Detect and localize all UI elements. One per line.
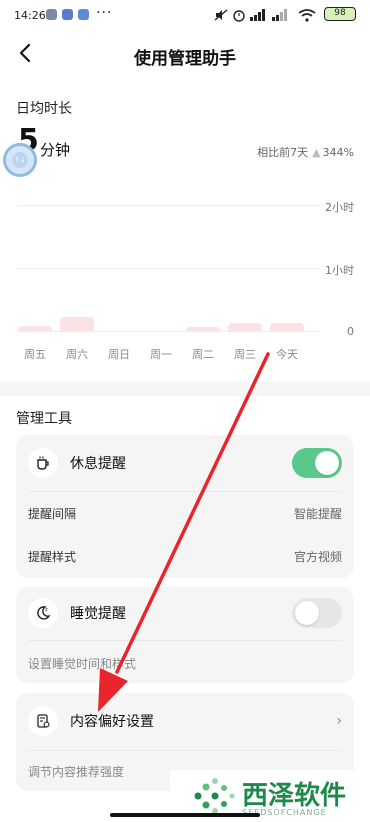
home-indicator[interactable]	[110, 813, 260, 817]
sleep-reminder-card: z 睡觉提醒 设置睡觉时间和样式	[16, 587, 354, 683]
y-tick-label: 0	[347, 325, 354, 338]
battery-icon: 98	[324, 7, 356, 21]
status-time: 14:26	[14, 9, 46, 22]
increase-arrow-icon: ▲	[312, 146, 321, 159]
sleep-reminder-label: 睡觉提醒	[70, 606, 126, 622]
top-navigation: 使用管理助手	[0, 32, 370, 78]
x-tick-label: 周日	[108, 348, 130, 361]
toggle-knob	[315, 451, 339, 475]
compare-label: 相比前7天	[257, 146, 309, 159]
page-title: 使用管理助手	[134, 49, 236, 69]
signal-icon	[250, 9, 265, 21]
preference-doc-icon	[28, 706, 58, 736]
grid-line	[18, 205, 320, 206]
floating-assistant-icon: ↑↓	[12, 152, 28, 168]
content-preference-hint: 调节内容推荐强度	[28, 765, 125, 779]
compare-text: 相比前7天 ▲ 344%	[257, 144, 354, 160]
rest-reminder-row[interactable]: 休息提醒	[28, 443, 342, 483]
x-tick-label: 周六	[66, 348, 88, 361]
cup-icon	[28, 448, 58, 478]
x-tick-label: 周三	[234, 348, 256, 361]
toggle-knob	[295, 601, 319, 625]
rest-reminder-toggle[interactable]	[292, 448, 342, 478]
content-preference-row[interactable]: 内容偏好设置 ›	[28, 701, 342, 741]
tools-section-label: 管理工具	[16, 411, 72, 427]
sleep-reminder-hint: 设置睡觉时间和样式	[28, 657, 137, 671]
rest-reminder-label: 休息提醒	[70, 456, 126, 472]
watermark-logo	[194, 778, 235, 814]
mute-icon	[214, 9, 228, 21]
grid-line	[18, 268, 320, 269]
separator	[28, 640, 342, 641]
grid-line	[18, 331, 320, 332]
svg-text:z: z	[45, 607, 48, 613]
reminder-style-value: 官方视频	[293, 550, 342, 564]
alarm-icon	[233, 10, 245, 22]
content-preference-label: 内容偏好设置	[70, 714, 154, 730]
x-tick-label: 周二	[192, 348, 214, 361]
separator	[28, 750, 342, 751]
chart-bar	[186, 327, 220, 331]
chart-bar	[18, 325, 52, 331]
daily-average-label: 日均时长	[16, 101, 72, 117]
sleep-reminder-toggle[interactable]	[292, 598, 342, 628]
y-tick-label: 1小时	[325, 264, 354, 277]
status-bar: 14:26 ··· 98	[0, 0, 370, 32]
chart-bar	[270, 323, 304, 331]
reminder-interval-label: 提醒间隔	[28, 507, 77, 521]
x-tick-label: 周一	[150, 348, 172, 361]
floating-assistant-button[interactable]: ↑↓	[3, 143, 37, 177]
app-notification-icon	[62, 9, 73, 20]
app-notification-icon	[78, 9, 89, 20]
wifi-icon	[298, 9, 316, 22]
reminder-interval-row[interactable]: 提醒间隔 智能提醒	[28, 505, 342, 522]
moon-icon: z	[28, 598, 58, 628]
reminder-interval-value: 智能提醒	[293, 507, 342, 521]
usage-chart: 2小时 1小时 0 周五 周六 周日 周一 周二 周三 今天	[0, 190, 370, 370]
section-divider	[0, 382, 370, 396]
compare-value: 344%	[322, 146, 354, 159]
y-tick-label: 2小时	[325, 201, 354, 214]
x-tick-label: 今天	[276, 348, 298, 361]
signal-icon	[272, 9, 287, 21]
watermark-title: 西泽软件	[242, 781, 347, 811]
reminder-style-label: 提醒样式	[28, 550, 77, 564]
daily-average-unit: 分钟	[40, 141, 71, 159]
x-tick-label: 周五	[24, 348, 46, 361]
sleep-reminder-row[interactable]: z 睡觉提醒	[28, 593, 342, 633]
app-notification-icon	[46, 9, 57, 20]
more-notifications-icon: ···	[96, 5, 113, 21]
chart-bar	[228, 323, 262, 331]
chart-bar	[60, 317, 94, 331]
reminder-style-row[interactable]: 提醒样式 官方视频	[28, 548, 342, 565]
separator	[28, 491, 342, 492]
chevron-right-icon: ›	[336, 713, 342, 729]
rest-reminder-card: 休息提醒 提醒间隔 智能提醒 提醒样式 官方视频	[16, 435, 354, 578]
